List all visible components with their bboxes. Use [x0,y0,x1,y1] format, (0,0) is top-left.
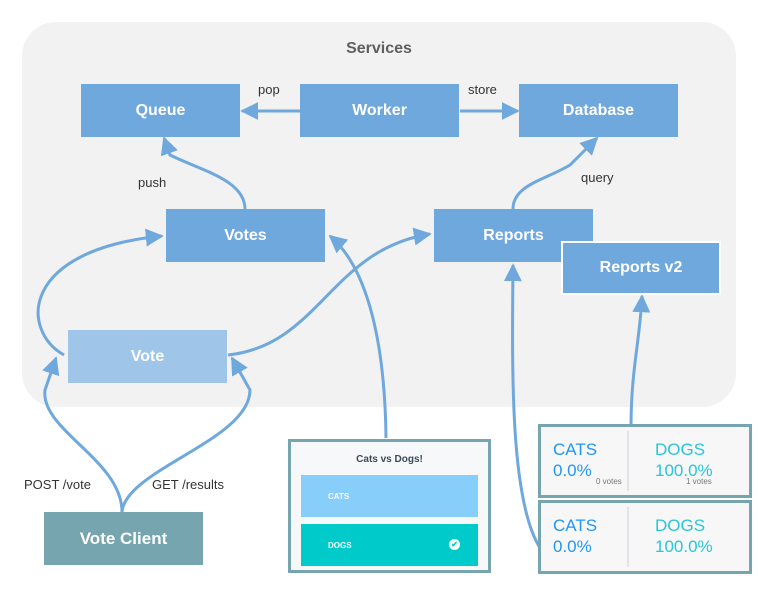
reports-label: Reports [483,226,544,244]
dogs-pct: 100.0% [655,537,713,556]
cats-label: CATS [553,516,598,535]
edge-label-post-vote: POST /vote [24,477,91,492]
edge-v1-reports [503,263,542,549]
check-circle-icon: ✔ [449,539,460,550]
edge-label-pop: pop [258,82,280,97]
results-divider [627,431,629,491]
results-v1-cats: CATS 0.0% [553,515,597,557]
results-v2-dogs: DOGS 100.0% [655,439,713,481]
edge-label-push: push [138,175,167,190]
edge-label-store: store [468,82,497,97]
dogs-label: DOGS [655,516,706,535]
votes-node[interactable]: Votes [166,209,325,262]
vote-label: Vote [130,347,165,365]
cats-votes: 0 votes [596,477,622,486]
reports-v2-node[interactable]: Reports v2 [561,241,721,295]
vote-option-dogs[interactable]: DOGS ✔ [301,524,478,566]
results-v2-card: CATS 0.0% 0 votes DOGS 100.0% 1 votes [538,424,752,498]
edge-label-get-results: GET /results [152,477,225,492]
queue-node[interactable]: Queue [81,84,240,137]
reports-v2-label: Reports v2 [599,259,683,276]
edge-v2-reportsv2 [629,294,651,428]
vote-option-dogs-label: DOGS [328,540,352,550]
vote-client-node[interactable]: Vote Client [44,512,203,565]
results-v2-cats: CATS 0.0% [553,439,597,481]
dogs-label: DOGS [655,440,706,459]
cats-label: CATS [553,440,598,459]
queue-label: Queue [135,101,186,119]
dogs-votes: 1 votes [686,477,712,486]
edge-label-query: query [581,170,614,185]
vote-ui-title: Cats vs Dogs! [356,454,423,465]
vote-client-label: Vote Client [79,528,168,548]
edge-votes-queue [160,136,247,210]
cats-pct: 0.0% [553,537,592,556]
database-node[interactable]: Database [519,84,678,137]
results-v1-dogs: DOGS 100.0% [655,515,713,557]
results-v1-card: CATS 0.0% DOGS 100.0% [538,500,752,574]
votes-label: Votes [224,226,267,244]
vote-option-cats[interactable]: CATS [301,475,478,517]
worker-label: Worker [352,101,407,119]
results-divider [627,507,629,567]
cats-pct: 0.0% [553,461,592,480]
vote-node[interactable]: Vote [68,330,227,383]
vote-ui-card: Cats vs Dogs! CATS DOGS ✔ [288,439,491,573]
vote-option-cats-label: CATS [328,491,350,501]
worker-node[interactable]: Worker [300,84,459,137]
database-label: Database [562,101,635,119]
